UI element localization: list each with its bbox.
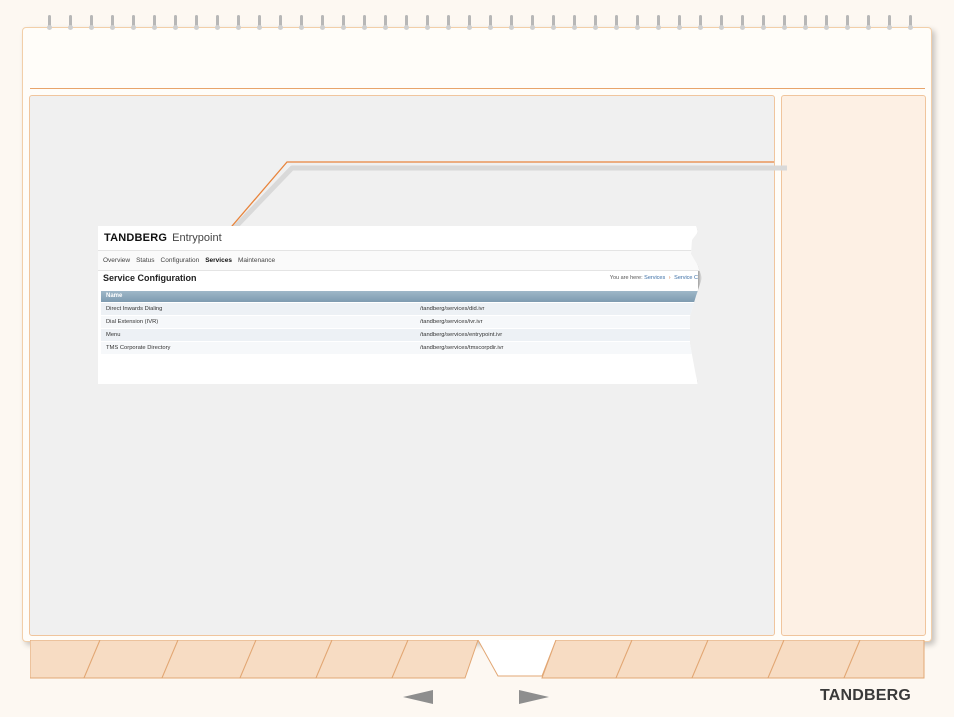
product-name: Entrypoint (172, 232, 222, 244)
nav-services[interactable]: Services (205, 257, 232, 264)
brand-name: TANDBERG (104, 232, 168, 244)
product-brand: TANDBERG Entrypoint (104, 232, 222, 248)
table-row[interactable]: TMS Corporate Directory /tandberg/servic… (101, 342, 698, 355)
service-name[interactable]: Direct Inwards Dialing (106, 303, 162, 315)
previous-page-arrow-icon[interactable] (403, 690, 433, 704)
footer-logo: TANDBERG (820, 687, 912, 704)
service-name[interactable]: TMS Corporate Directory (106, 342, 170, 354)
service-name[interactable]: Menu (106, 329, 121, 341)
page-title: Service Configuration (103, 273, 197, 283)
chapter-tabs (30, 640, 925, 679)
service-path: /tandberg/services/did.ivr (420, 306, 485, 312)
service-path: /tandberg/services/entrypoint.ivr (420, 332, 503, 338)
service-name[interactable]: Dial Extension (IVR) (106, 316, 158, 328)
breadcrumb-prefix: You are here: (609, 275, 643, 281)
main-navigation: Overview Status Configuration Services M… (98, 250, 702, 271)
table-row[interactable]: Dial Extension (IVR) /tandberg/services/… (101, 316, 698, 329)
screenshot-body: TANDBERG Entrypoint Overview Status Conf… (98, 226, 702, 384)
next-page-arrow-icon[interactable] (519, 690, 549, 704)
breadcrumb-separator: › (668, 275, 671, 281)
breadcrumb-link-service-config[interactable]: Service C (674, 275, 698, 281)
table-header-name[interactable]: Name (101, 291, 698, 302)
nav-configuration[interactable]: Configuration (161, 257, 200, 264)
nav-maintenance[interactable]: Maintenance (238, 257, 275, 264)
breadcrumb: You are here: Services › Service C (610, 275, 698, 281)
table-row[interactable]: Menu /tandberg/services/entrypoint.ivr (101, 329, 698, 342)
nav-status[interactable]: Status (136, 257, 154, 264)
breadcrumb-link-services[interactable]: Services (644, 275, 665, 281)
service-path: /tandberg/services/tmscorpdir.ivr (420, 345, 504, 351)
table-row[interactable]: Direct Inwards Dialing /tandberg/service… (101, 303, 698, 316)
service-path: /tandberg/services/ivr.ivr (420, 319, 483, 325)
services-table: Direct Inwards Dialing /tandberg/service… (101, 303, 698, 355)
entrypoint-screenshot: TANDBERG Entrypoint Overview Status Conf… (98, 226, 706, 390)
nav-overview[interactable]: Overview (103, 257, 130, 264)
